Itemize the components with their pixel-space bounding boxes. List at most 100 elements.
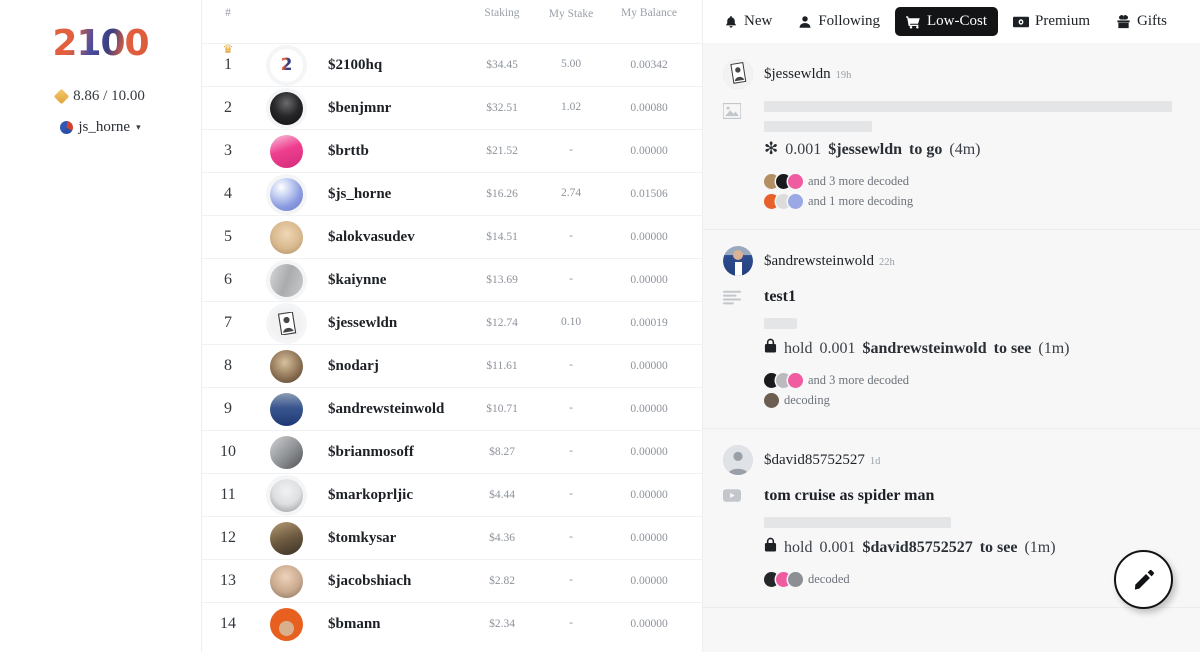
table-row[interactable]: 3 $brttb $21.52 - 0.00000	[202, 129, 702, 172]
decoding-line[interactable]: decoding	[764, 393, 1180, 408]
avatar[interactable]	[270, 306, 303, 340]
decoder-avatar-stack	[764, 373, 803, 388]
chevron-down-icon[interactable]: ▾	[136, 122, 141, 133]
row-my-stake: -	[569, 359, 573, 372]
avatar[interactable]	[270, 220, 303, 254]
unlock-prompt[interactable]: ✻ 0.001 $jessewldn to go (4m)	[764, 141, 1180, 159]
feed-post[interactable]: $jessewldn 19h ✻ 0.001 $jessewldn to go (4m) an…	[703, 43, 1200, 230]
avatar[interactable]	[723, 59, 753, 89]
row-username[interactable]: $markoprljic	[324, 487, 464, 504]
nav-item-label: Gifts	[1137, 13, 1168, 29]
row-staking: $16.26	[486, 188, 518, 200]
nav-item-new[interactable]: New	[713, 7, 783, 36]
avatar[interactable]	[270, 478, 303, 512]
row-username[interactable]: $bmann	[324, 616, 464, 633]
avatar[interactable]	[723, 445, 753, 475]
row-my-stake: 2.74	[560, 187, 582, 200]
sidebar: 2100 8.86 / 10.00 js_horne ▾	[0, 0, 201, 652]
row-staking: $32.51	[486, 102, 518, 114]
table-row[interactable]: 2 $benjmnr $32.51 1.02 0.00080	[202, 86, 702, 129]
unlock-timer: (4m)	[949, 141, 981, 158]
diamond-icon	[53, 88, 70, 105]
row-rank: 2	[202, 99, 254, 117]
table-row[interactable]: 8 $nodarj $11.61 - 0.00000	[202, 344, 702, 387]
nav-item-following[interactable]: Following	[787, 7, 891, 36]
table-row[interactable]: 7 $jessewldn $12.74 0.10 0.00019	[202, 301, 702, 344]
table-row[interactable]: 6 $kaiynne $13.69 - 0.00000	[202, 258, 702, 301]
nav-item-premium[interactable]: Premium	[1002, 7, 1101, 36]
row-my-balance: 0.00000	[630, 532, 668, 544]
row-rank: 5	[202, 228, 254, 246]
decoder-avatar	[788, 174, 803, 189]
decoder-avatar	[788, 572, 803, 587]
row-my-stake: -	[569, 531, 573, 544]
post-list: $jessewldn 19h ✻ 0.001 $jessewldn to go (4m) an…	[703, 43, 1200, 608]
decoded-line[interactable]: and 3 more decoded	[764, 373, 1180, 388]
row-username[interactable]: $jessewldn	[324, 315, 464, 332]
row-username[interactable]: $andrewsteinwold	[324, 401, 464, 418]
row-username[interactable]: $nodarj	[324, 358, 464, 375]
rank-value: 4	[224, 185, 232, 202]
row-my-balance: 0.00080	[630, 102, 668, 114]
rank-value: 13	[220, 572, 236, 589]
avatar[interactable]	[270, 435, 303, 469]
column-header-my-balance: My Balance	[621, 7, 677, 19]
table-row[interactable]: 13 $jacobshiach $2.82 - 0.00000	[202, 559, 702, 602]
user-menu[interactable]: js_horne ▾	[0, 119, 201, 136]
avatar[interactable]	[270, 177, 303, 211]
row-rank: 10	[202, 443, 254, 461]
row-avatar-cell	[254, 607, 324, 641]
row-avatar-cell	[254, 521, 324, 555]
avatar[interactable]	[270, 607, 303, 641]
table-row[interactable]: ♛ 1 2 $2100hq $34.45 5.00 0.00342	[202, 43, 702, 86]
decoding-line[interactable]: and 1 more decoding	[764, 194, 1180, 209]
avatar[interactable]	[270, 521, 303, 555]
table-row[interactable]: 10 $brianmosoff $8.27 - 0.00000	[202, 430, 702, 473]
row-username[interactable]: $brttb	[324, 143, 464, 160]
table-row[interactable]: 11 $markoprljic $4.44 - 0.00000	[202, 473, 702, 516]
image-icon	[722, 101, 764, 214]
table-row[interactable]: 12 $tomkysar $4.36 - 0.00000	[202, 516, 702, 559]
row-staking: $21.52	[486, 145, 518, 157]
avatar[interactable]: 2	[270, 48, 303, 82]
rank-value: 6	[224, 271, 232, 288]
avatar[interactable]	[270, 564, 303, 598]
rank-value: 2	[224, 99, 232, 116]
rank-value: 3	[224, 142, 232, 159]
table-row[interactable]: 4 $js_horne $16.26 2.74 0.01506	[202, 172, 702, 215]
row-username[interactable]: $tomkysar	[324, 530, 464, 547]
post-author[interactable]: $david85752527	[764, 452, 865, 468]
row-my-stake: -	[569, 617, 573, 630]
table-row[interactable]: 5 $alokvasudev $14.51 - 0.00000	[202, 215, 702, 258]
avatar[interactable]	[270, 263, 303, 297]
row-username[interactable]: $2100hq	[324, 57, 464, 74]
nav-item-low-cost[interactable]: Low-Cost	[895, 7, 999, 36]
table-row[interactable]: 14 $bmann $2.34 - 0.00000	[202, 602, 702, 645]
avatar[interactable]	[723, 246, 753, 276]
table-row[interactable]: 9 $andrewsteinwold $10.71 - 0.00000	[202, 387, 702, 430]
compose-button[interactable]	[1114, 550, 1173, 609]
unlock-prompt[interactable]: hold 0.001 $david85752527 to see (1m)	[764, 537, 1180, 557]
decoder-avatar-stack	[764, 174, 803, 189]
row-username[interactable]: $jacobshiach	[324, 573, 464, 590]
nav-item-label: Low-Cost	[927, 13, 988, 29]
content-placeholder	[764, 517, 952, 528]
row-avatar-cell	[254, 134, 324, 168]
row-my-balance: 0.00000	[630, 145, 668, 157]
brand-logo[interactable]: 2100	[52, 26, 149, 62]
post-author[interactable]: $andrewsteinwold	[764, 253, 874, 269]
decoded-line[interactable]: and 3 more decoded	[764, 174, 1180, 189]
row-username[interactable]: $alokvasudev	[324, 229, 464, 246]
avatar[interactable]	[270, 392, 303, 426]
avatar[interactable]	[270, 134, 303, 168]
row-username[interactable]: $kaiynne	[324, 272, 464, 289]
feed-post[interactable]: $andrewsteinwold 22h test1 hold 0.001 $andrew…	[703, 230, 1200, 429]
nav-item-gifts[interactable]: Gifts	[1105, 7, 1178, 36]
row-username[interactable]: $js_horne	[324, 186, 464, 203]
row-username[interactable]: $benjmnr	[324, 100, 464, 117]
avatar[interactable]	[270, 349, 303, 383]
row-username[interactable]: $brianmosoff	[324, 444, 464, 461]
post-author[interactable]: $jessewldn	[764, 66, 831, 82]
unlock-prompt[interactable]: hold 0.001 $andrewsteinwold to see (1m)	[764, 338, 1180, 358]
avatar[interactable]	[270, 91, 303, 125]
